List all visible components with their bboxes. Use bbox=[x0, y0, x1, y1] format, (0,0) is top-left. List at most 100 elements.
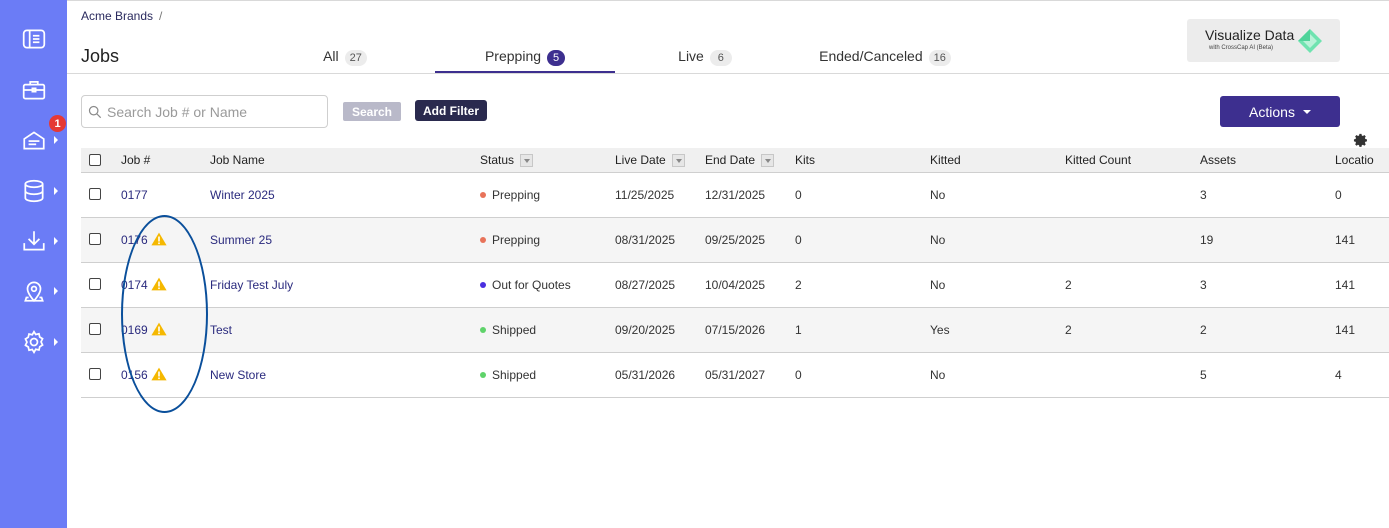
status-dot-icon bbox=[480, 371, 486, 378]
cell-live-date: 05/31/2026 bbox=[615, 368, 676, 382]
cell-kitted: No bbox=[930, 188, 946, 202]
cell-status: Shipped bbox=[480, 368, 536, 382]
cell-status: Out for Quotes bbox=[480, 278, 571, 292]
breadcrumb: Acme Brands / bbox=[81, 9, 162, 23]
visualize-title: Visualize Data bbox=[1205, 27, 1295, 43]
briefcase-icon bbox=[22, 81, 45, 100]
cell-job-no[interactable]: 0174 bbox=[121, 278, 148, 292]
row-checkbox[interactable] bbox=[89, 278, 101, 290]
actions-dropdown-button[interactable]: Actions bbox=[1220, 96, 1340, 127]
tab-live[interactable]: Live 6 bbox=[650, 48, 760, 74]
column-header-job-no[interactable]: Job # bbox=[121, 153, 150, 167]
column-header-kitted-count[interactable]: Kitted Count bbox=[1065, 153, 1131, 167]
crosscap-ai-logo-icon bbox=[1298, 29, 1322, 53]
cell-assets: 3 bbox=[1200, 278, 1207, 292]
cell-job-no[interactable]: 0156 bbox=[121, 368, 148, 382]
row-checkbox[interactable] bbox=[89, 323, 101, 335]
search-field[interactable] bbox=[81, 95, 328, 128]
warning-icon[interactable] bbox=[151, 277, 167, 291]
warning-icon[interactable] bbox=[151, 232, 167, 246]
cell-live-date: 11/25/2025 bbox=[615, 188, 675, 202]
cell-location: 0 bbox=[1335, 188, 1342, 202]
inbox-tray-icon bbox=[22, 131, 45, 150]
cell-job-name[interactable]: Summer 25 bbox=[210, 233, 272, 247]
column-header-end-date-label: End Date bbox=[705, 153, 756, 167]
table-header: Job # Job Name Status Live Date End Date… bbox=[81, 148, 1389, 173]
column-header-assets[interactable]: Assets bbox=[1200, 153, 1236, 167]
tab-label: Prepping bbox=[484, 48, 542, 64]
sidebar-item-jobs[interactable] bbox=[0, 70, 67, 110]
cell-location: 4 bbox=[1335, 368, 1342, 382]
warning-icon[interactable] bbox=[151, 322, 167, 336]
sidebar: 1 bbox=[0, 0, 67, 528]
sidebar-item-download[interactable] bbox=[0, 221, 67, 261]
column-header-kitted[interactable]: Kitted bbox=[930, 153, 961, 167]
cell-job-name[interactable]: Test bbox=[210, 323, 232, 337]
row-checkbox[interactable] bbox=[89, 188, 101, 200]
sidebar-item-locations[interactable] bbox=[0, 271, 67, 311]
tab-label: All bbox=[323, 48, 339, 64]
cell-assets: 2 bbox=[1200, 323, 1207, 337]
visualize-data-button[interactable]: Visualize Data with CrossCap AI (Beta) bbox=[1187, 19, 1340, 62]
cell-job-no[interactable]: 0177 bbox=[121, 188, 148, 202]
search-input[interactable] bbox=[107, 103, 317, 120]
sidebar-item-database[interactable] bbox=[0, 171, 67, 211]
sidebar-item-panel[interactable] bbox=[0, 19, 67, 59]
cell-job-name[interactable]: Friday Test July bbox=[210, 278, 293, 292]
cell-job-no[interactable]: 0169 bbox=[121, 323, 148, 337]
cell-kitted: No bbox=[930, 233, 946, 247]
cell-kits: 0 bbox=[795, 188, 802, 202]
add-filter-button[interactable]: Add Filter bbox=[415, 100, 487, 121]
column-header-job-name[interactable]: Job Name bbox=[210, 153, 265, 167]
end-date-filter-icon[interactable] bbox=[761, 153, 775, 167]
chevron-right-icon bbox=[54, 187, 58, 195]
cell-kits: 0 bbox=[795, 368, 802, 382]
jobs-table: Job # Job Name Status Live Date End Date… bbox=[81, 148, 1389, 398]
cell-end-date: 07/15/2026 bbox=[705, 323, 766, 337]
top-border bbox=[67, 0, 1389, 1]
column-header-location[interactable]: Locatio bbox=[1335, 153, 1374, 167]
cell-assets: 19 bbox=[1200, 233, 1214, 247]
sidebar-item-settings[interactable] bbox=[0, 322, 67, 362]
cell-assets: 3 bbox=[1200, 188, 1207, 202]
tab-count: 6 bbox=[709, 50, 732, 66]
cell-job-name[interactable]: New Store bbox=[210, 368, 266, 382]
table-body: 0177 Winter 2025 Prepping 11/25/2025 12/31/2… bbox=[81, 173, 1389, 398]
live-date-filter-icon[interactable] bbox=[671, 153, 685, 167]
column-header-kits[interactable]: Kits bbox=[795, 153, 815, 167]
visualize-subtitle: with CrossCap AI (Beta) bbox=[1209, 45, 1274, 51]
tab-count: 27 bbox=[344, 50, 367, 66]
status-filter-icon[interactable] bbox=[520, 153, 534, 167]
caret-down-icon bbox=[1302, 109, 1311, 114]
cell-status: Prepping bbox=[480, 233, 540, 247]
warning-icon[interactable] bbox=[151, 367, 167, 381]
cell-end-date: 10/04/2025 bbox=[705, 278, 766, 292]
status-label: Out for Quotes bbox=[492, 278, 571, 292]
column-header-live-date-label: Live Date bbox=[615, 153, 666, 167]
column-header-status[interactable]: Status bbox=[480, 153, 534, 167]
row-checkbox[interactable] bbox=[89, 368, 101, 380]
status-dot-icon bbox=[480, 191, 486, 198]
tab-all[interactable]: All 27 bbox=[290, 48, 400, 74]
chevron-right-icon bbox=[54, 136, 58, 144]
select-all-checkbox[interactable] bbox=[89, 154, 101, 166]
breadcrumb-root-link[interactable]: Acme Brands bbox=[81, 9, 153, 23]
row-checkbox[interactable] bbox=[89, 233, 101, 245]
search-button[interactable]: Search bbox=[343, 102, 401, 121]
cell-status: Shipped bbox=[480, 323, 536, 337]
cell-job-name[interactable]: Winter 2025 bbox=[210, 188, 275, 202]
table-row[interactable]: 0169 Test Shipped 09/20/2025 07/15/2026 1 Yes 2… bbox=[81, 308, 1389, 353]
cell-job-no[interactable]: 0176 bbox=[121, 233, 148, 247]
database-icon bbox=[23, 179, 44, 203]
table-row[interactable]: 0156 New Store Shipped 05/31/2026 05/31/2027… bbox=[81, 353, 1389, 398]
chevron-right-icon bbox=[54, 237, 58, 245]
tab-ended-canceled[interactable]: Ended/Canceled 16 bbox=[800, 48, 970, 74]
cell-location: 141 bbox=[1335, 278, 1356, 292]
sidebar-panel-icon bbox=[22, 29, 45, 49]
table-row[interactable]: 0176 Summer 25 Prepping 08/31/2025 09/25/202… bbox=[81, 218, 1389, 263]
column-header-live-date[interactable]: Live Date bbox=[615, 153, 685, 167]
table-settings-gear-icon[interactable] bbox=[1353, 133, 1369, 149]
table-row[interactable]: 0177 Winter 2025 Prepping 11/25/2025 12/31/2… bbox=[81, 173, 1389, 218]
table-row[interactable]: 0174 Friday Test July Out for Quotes 08/27/… bbox=[81, 263, 1389, 308]
column-header-end-date[interactable]: End Date bbox=[705, 153, 775, 167]
